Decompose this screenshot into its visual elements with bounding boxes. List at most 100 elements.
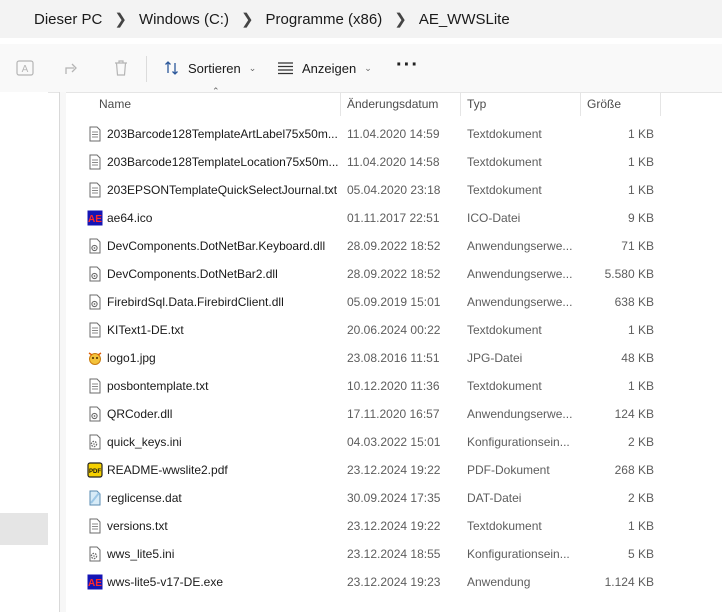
file-row[interactable]: 203Barcode128TemplateArtLabel75x50m... 11… xyxy=(66,120,722,148)
view-button[interactable]: Anzeigen ⌄ xyxy=(277,54,372,82)
ini-file-icon xyxy=(87,434,103,450)
file-row[interactable]: AE wws-lite5-v17-DE.exe 23.12.2024 19:23 An… xyxy=(66,568,722,596)
image-file-icon xyxy=(87,350,103,366)
file-size: 2 KB xyxy=(627,435,654,449)
file-row[interactable]: 203EPSONTemplateQuickSelectJournal.txt 05… xyxy=(66,176,722,204)
file-size: 1 KB xyxy=(627,127,654,141)
chevron-right-icon[interactable]: ❯ xyxy=(114,10,127,28)
share-icon[interactable] xyxy=(62,58,84,78)
file-name: 203Barcode128TemplateArtLabel75x50m... xyxy=(107,127,338,141)
file-name: reglicense.dat xyxy=(107,491,182,505)
file-date: 20.06.2024 00:22 xyxy=(347,323,441,337)
dll-file-icon xyxy=(87,406,103,422)
column-header-type[interactable]: Typ xyxy=(467,92,486,116)
file-row[interactable]: DevComponents.DotNetBar2.dll 28.09.2022 1… xyxy=(66,260,722,288)
file-name: KIText1-DE.txt xyxy=(107,323,184,337)
file-row[interactable]: FirebirdSql.Data.FirebirdClient.dll 05.09… xyxy=(66,288,722,316)
file-date: 30.09.2024 17:35 xyxy=(347,491,441,505)
file-row[interactable]: quick_keys.ini 04.03.2022 15:01 Konfigurat… xyxy=(66,428,722,456)
file-size: 638 KB xyxy=(614,295,654,309)
file-row[interactable]: AE ae64.ico 01.11.2017 22:51 ICO-Datei 9 KB xyxy=(66,204,722,232)
file-name: versions.txt xyxy=(107,519,168,533)
column-header-date[interactable]: Änderungsdatum xyxy=(347,92,438,116)
file-row[interactable]: posbontemplate.txt 10.12.2020 11:36 Textdo… xyxy=(66,372,722,400)
file-size: 71 KB xyxy=(621,239,654,253)
breadcrumb: Dieser PC ❯ Windows (C:) ❯ Programme (x8… xyxy=(34,10,510,29)
ae-app-icon: AE xyxy=(87,574,103,590)
address-bar: Dieser PC ❯ Windows (C:) ❯ Programme (x8… xyxy=(0,0,722,38)
file-row[interactable]: PDF README-wwslite2.pdf 23.12.2024 19:22 PD… xyxy=(66,456,722,484)
file-name: posbontemplate.txt xyxy=(107,379,209,393)
svg-text:A: A xyxy=(22,64,29,75)
file-name: wws-lite5-v17-DE.exe xyxy=(107,575,224,589)
pdf-file-icon: PDF xyxy=(87,462,103,478)
file-row[interactable]: 203Barcode128TemplateLocation75x50m... 11… xyxy=(66,148,722,176)
chevron-right-icon[interactable]: ❯ xyxy=(394,10,407,28)
nav-selected-item[interactable] xyxy=(0,513,48,545)
breadcrumb-windows-drive[interactable]: Windows (C:) xyxy=(139,11,229,28)
file-size: 2 KB xyxy=(627,491,654,505)
chevron-down-icon: ⌄ xyxy=(364,62,372,73)
file-type: Anwendungserwe... xyxy=(467,267,573,281)
file-date: 23.12.2024 19:22 xyxy=(347,463,441,477)
file-row[interactable]: versions.txt 23.12.2024 19:22 Textdokument… xyxy=(66,512,722,540)
breadcrumb-current-folder[interactable]: AE_WWSLite xyxy=(419,11,510,28)
breadcrumb-this-pc[interactable]: Dieser PC xyxy=(34,11,102,28)
file-name: QRCoder.dll xyxy=(107,407,173,421)
sort-icon xyxy=(165,61,178,75)
file-type: Anwendungserwe... xyxy=(467,295,573,309)
column-divider[interactable] xyxy=(460,92,461,116)
view-label: Anzeigen xyxy=(302,60,357,76)
delete-icon[interactable] xyxy=(110,58,132,78)
file-size: 5 KB xyxy=(627,547,654,561)
sort-button[interactable]: Sortieren ⌄ xyxy=(164,54,256,82)
file-list: 203Barcode128TemplateArtLabel75x50m... 11… xyxy=(66,120,722,596)
file-date: 23.08.2016 11:51 xyxy=(347,351,440,365)
file-date: 23.12.2024 19:22 xyxy=(347,519,441,533)
file-size: 1 KB xyxy=(627,155,654,169)
file-size: 1 KB xyxy=(627,323,654,337)
file-name: README-wwslite2.pdf xyxy=(107,463,228,477)
file-size: 48 KB xyxy=(621,351,654,365)
column-divider[interactable] xyxy=(340,92,341,116)
column-header-name[interactable]: Name xyxy=(99,92,131,116)
file-type: Textdokument xyxy=(467,183,542,197)
file-type: ICO-Datei xyxy=(467,211,521,225)
dll-file-icon xyxy=(87,238,103,254)
file-size: 1 KB xyxy=(627,519,654,533)
file-date: 28.09.2022 18:52 xyxy=(347,239,441,253)
ae-app-icon: AE xyxy=(87,210,103,226)
file-row[interactable]: QRCoder.dll 17.11.2020 16:57 Anwendungserw… xyxy=(66,400,722,428)
column-header-size[interactable]: Größe xyxy=(587,92,621,116)
file-date: 17.11.2020 16:57 xyxy=(347,407,440,421)
rename-icon[interactable]: A xyxy=(14,58,36,78)
file-row[interactable]: DevComponents.DotNetBar.Keyboard.dll 28.0… xyxy=(66,232,722,260)
file-type: JPG-Datei xyxy=(467,351,523,365)
column-header: Name Änderungsdatum Typ Größe xyxy=(66,92,722,116)
file-type: Textdokument xyxy=(467,379,542,393)
svg-text:AE: AE xyxy=(88,578,102,589)
breadcrumb-program-files[interactable]: Programme (x86) xyxy=(266,11,383,28)
dat-file-icon xyxy=(87,490,103,506)
more-options-icon[interactable]: ··· xyxy=(396,55,419,75)
file-size: 268 KB xyxy=(614,463,654,477)
file-type: Anwendung xyxy=(467,575,531,589)
svg-text:PDF: PDF xyxy=(89,469,101,475)
column-divider[interactable] xyxy=(660,92,661,116)
dll-file-icon xyxy=(87,294,103,310)
file-name: logo1.jpg xyxy=(107,351,156,365)
file-size: 124 KB xyxy=(614,407,654,421)
file-row[interactable]: wws_lite5.ini 23.12.2024 18:55 Konfigurati… xyxy=(66,540,722,568)
file-name: wws_lite5.ini xyxy=(107,547,175,561)
ini-file-icon xyxy=(87,546,103,562)
file-row[interactable]: KIText1-DE.txt 20.06.2024 00:22 Textdokume… xyxy=(66,316,722,344)
file-row[interactable]: logo1.jpg 23.08.2016 11:51 JPG-Datei 48 KB xyxy=(66,344,722,372)
chevron-down-icon: ⌄ xyxy=(248,62,257,73)
file-type: Anwendungserwe... xyxy=(467,239,573,253)
file-name: quick_keys.ini xyxy=(107,435,182,449)
file-date: 23.12.2024 19:23 xyxy=(347,575,441,589)
file-size: 5.580 KB xyxy=(604,267,654,281)
chevron-right-icon[interactable]: ❯ xyxy=(241,10,254,28)
file-row[interactable]: reglicense.dat 30.09.2024 17:35 DAT-Datei 2… xyxy=(66,484,722,512)
column-divider[interactable] xyxy=(580,92,581,116)
